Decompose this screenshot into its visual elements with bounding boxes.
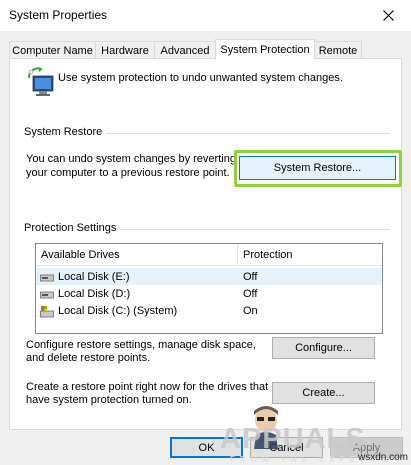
system-protection-icon [28, 67, 54, 96]
create-description-line2: have system protection turned on. [26, 394, 192, 406]
tab-computer-name[interactable]: Computer Name [9, 41, 96, 59]
drive-icon [40, 272, 54, 282]
title-bar: System Properties [0, 0, 411, 31]
tab-remote[interactable]: Remote [314, 41, 362, 59]
ok-button-label: OK [198, 441, 215, 454]
intro-text: Use system protection to undo unwanted s… [58, 72, 343, 84]
window-title: System Properties [9, 8, 108, 22]
column-protection[interactable]: Protection [238, 244, 378, 266]
tab-panel: Use system protection to undo unwanted s… [9, 58, 402, 430]
drive-name: Local Disk (E:) [58, 270, 130, 283]
column-available-drives[interactable]: Available Drives [36, 244, 237, 266]
system-restore-button[interactable]: System Restore... [239, 156, 396, 180]
drives-list-header: Available Drives Protection [36, 244, 382, 266]
tab-advanced[interactable]: Advanced [154, 41, 216, 59]
system-restore-group-label: System Restore [24, 126, 107, 138]
close-icon [382, 10, 394, 21]
create-button-label: Create... [302, 387, 345, 399]
close-button[interactable] [365, 0, 411, 31]
configure-button[interactable]: Configure... [272, 337, 375, 359]
configure-description-line1: Configure restore settings, manage disk … [26, 339, 256, 351]
configure-button-label: Configure... [295, 342, 352, 354]
drives-list[interactable]: Available Drives Protection Local Disk (… [35, 243, 383, 334]
drive-protection: Off [243, 270, 258, 283]
create-description-line1: Create a restore point right now for the… [26, 381, 269, 393]
create-button[interactable]: Create... [272, 382, 375, 404]
tab-hardware[interactable]: Hardware [95, 41, 155, 59]
drive-row-e[interactable]: Local Disk (E:) Off [36, 268, 382, 285]
drive-row-d[interactable]: Local Disk (D:) Off [36, 285, 382, 302]
site-watermark: wsxdn.com [357, 452, 408, 463]
drive-protection: On [243, 304, 258, 317]
system-restore-button-label: System Restore... [273, 162, 362, 174]
drive-icon [40, 289, 54, 299]
protection-settings-group-label: Protection Settings [24, 222, 121, 234]
drive-name: Local Disk (C:) (System) [58, 304, 178, 317]
drive-protection: Off [243, 287, 258, 300]
system-restore-description-line1: You can undo system changes by reverting [26, 153, 236, 165]
tab-system-protection[interactable]: System Protection [215, 39, 315, 60]
configure-description-line2: and delete restore points. [26, 352, 151, 364]
drive-row-c[interactable]: Local Disk (C:) (System) On [36, 302, 382, 319]
system-drive-icon [40, 305, 54, 317]
system-restore-description-line2: your computer to a previous restore poin… [26, 167, 230, 179]
system-properties-window: { "window": { "title": "System Propertie… [0, 0, 411, 465]
drive-name: Local Disk (D:) [58, 287, 131, 300]
watermark-logo-text: APPUALS [220, 423, 366, 455]
